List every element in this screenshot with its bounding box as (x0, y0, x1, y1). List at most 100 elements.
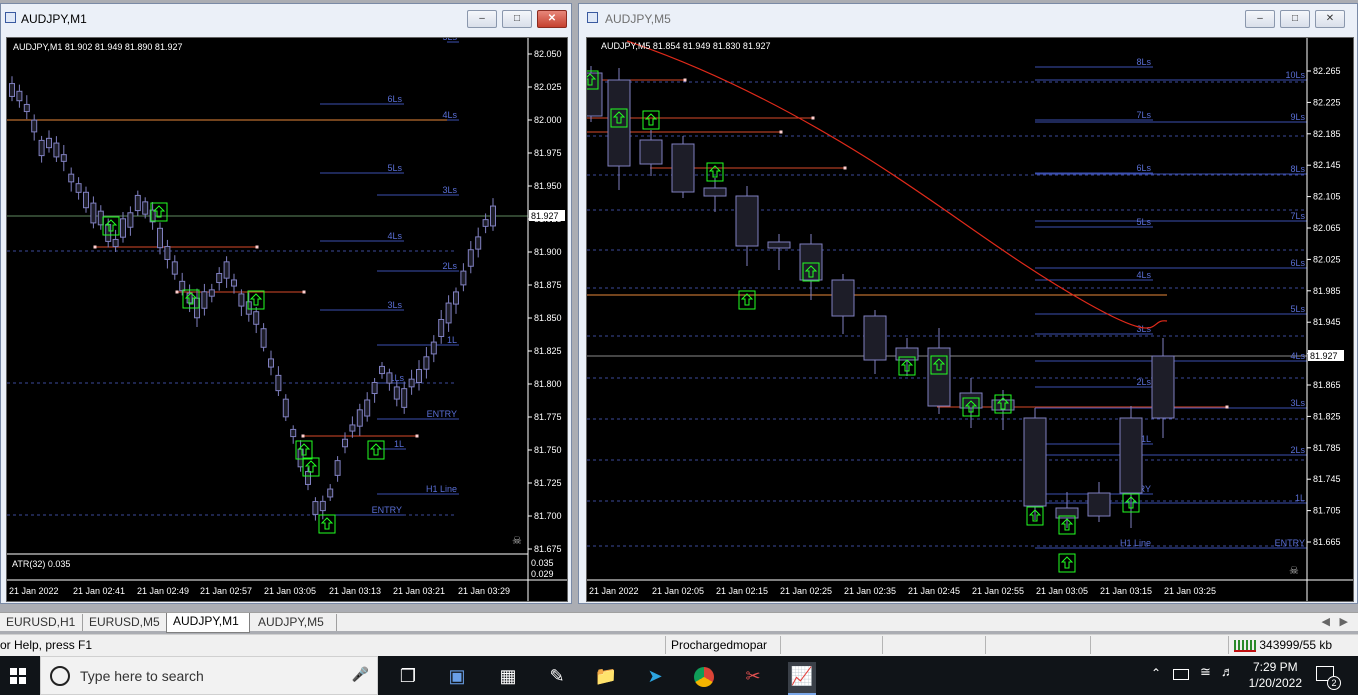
candle-body (490, 205, 496, 227)
candle-body (1087, 492, 1111, 517)
tab-audjpy-m5[interactable]: AUDJPY,M5 (252, 614, 337, 631)
maximize-button[interactable]: □ (502, 10, 532, 28)
maximize-button[interactable]: □ (1280, 10, 1310, 28)
sticky-notes-icon[interactable]: ✎ (543, 662, 571, 690)
time-tick-label: 21 Jan 02:49 (137, 586, 189, 596)
candle-body (290, 428, 297, 438)
close-button[interactable]: ✕ (537, 10, 567, 28)
chrome-logo (694, 667, 714, 688)
network-app-icon[interactable]: ▣ (443, 662, 471, 690)
candle-body (23, 103, 30, 113)
price-tick-label: 82.065 (1313, 223, 1341, 233)
indicator-scale-bottom: 0.029 (531, 569, 554, 579)
candle-body (127, 212, 134, 228)
price-level-label: 4Ls (387, 231, 402, 241)
candle-body (467, 249, 474, 267)
calculator-icon[interactable]: ▦ (494, 662, 522, 690)
candle-body (671, 143, 695, 193)
chart-canvas[interactable]: 5Ls6Ls4Ls5Ls3Ls4Ls2Ls3Ls1L1LsENTRY1LH1 L… (7, 38, 568, 602)
time-tick-label: 21 Jan 03:21 (393, 586, 445, 596)
candle-body (371, 381, 378, 395)
signal-arrow-icon (1060, 556, 1074, 569)
snipping-tool-icon[interactable]: ✂ (739, 662, 767, 690)
chart-window-icon (587, 12, 598, 23)
chart-window-m1[interactable]: AUDJPY,M1 – □ ✕ 5Ls 6Ls 4Ls 5Ls 3Ls 4Ls 2Ls 3Ls… (0, 3, 572, 604)
chart-canvas[interactable]: 8Ls 10Ls 7Ls 9Ls 6Ls 8Ls 7Ls 5Ls 6Ls 4Ls 5Ls 3Ls 4Ls… (587, 38, 1354, 602)
candle-body (831, 279, 855, 317)
chart-window-m5[interactable]: AUDJPY,M5 – □ ✕ 8Ls 10Ls 7Ls 9Ls 6Ls 8Ls 7Ls 5L… (578, 3, 1358, 604)
status-help-text: or Help, press F1 (0, 638, 93, 652)
close-button[interactable]: ✕ (1315, 10, 1345, 28)
candle-body (356, 409, 363, 427)
task-view-icon[interactable]: ❐ (394, 662, 422, 690)
price-level-label: 10Ls (1285, 70, 1305, 80)
time-tick-label: 21 Jan 02:55 (972, 586, 1024, 596)
candle-body (231, 279, 237, 287)
telegram-icon[interactable]: ➤ (641, 662, 669, 690)
price-tick-label: 82.025 (534, 82, 562, 92)
start-button[interactable] (0, 656, 38, 695)
candle-body (112, 238, 119, 248)
price-tick-label: 81.875 (534, 280, 562, 290)
window-title: AUDJPY,M1 (21, 12, 87, 26)
signal-arrow-icon (644, 113, 658, 126)
notification-count: 2 (1327, 676, 1341, 690)
candle-body (90, 202, 97, 224)
candle-body (164, 246, 171, 260)
metatrader-icon[interactable]: 📈 (788, 662, 816, 695)
level-marker (301, 434, 305, 438)
search-box[interactable]: Type here to search 🎤 (40, 656, 378, 695)
minimize-button[interactable]: – (467, 10, 497, 28)
tab-scroll-right-icon[interactable]: ▶ (1340, 615, 1348, 628)
price-level-label: 2Ls (442, 261, 457, 271)
minimize-button[interactable]: – (1245, 10, 1275, 28)
price-tick-label: 81.825 (534, 346, 562, 356)
wifi-icon[interactable]: ≅ (1200, 664, 1211, 680)
candle-body (157, 227, 163, 249)
price-level-label: 6Ls (1290, 258, 1305, 268)
price-chart[interactable]: 5Ls6Ls4Ls5Ls3Ls4Ls2Ls3Ls1L1LsENTRY1LH1 L… (6, 37, 568, 602)
status-cell (985, 636, 1091, 654)
price-level-label: 4Ls (1290, 351, 1305, 361)
window-titlebar[interactable]: AUDJPY,M1 – □ ✕ (1, 4, 571, 32)
show-hidden-icons[interactable]: ⌃ (1151, 666, 1161, 680)
time-tick-label: 21 Jan 02:41 (73, 586, 125, 596)
clock[interactable]: 7:29 PM 1/20/2022 (1249, 659, 1302, 691)
price-level-label: 1L (1295, 493, 1305, 503)
volume-icon[interactable]: ♬ (1221, 664, 1234, 679)
file-explorer-icon[interactable]: 📁 (592, 662, 620, 690)
tab-audjpy-m1[interactable]: AUDJPY,M1 (166, 613, 250, 633)
level-marker (843, 166, 847, 170)
candle-body (260, 328, 267, 348)
price-level-label: 5Ls (442, 38, 457, 42)
tab-scroll-left-icon[interactable]: ◀ (1322, 615, 1330, 628)
tab-eurusd-h1[interactable]: EURUSD,H1 (0, 614, 83, 631)
price-tick-label: 81.800 (534, 379, 562, 389)
price-chart[interactable]: 8Ls 10Ls 7Ls 9Ls 6Ls 8Ls 7Ls 5Ls 6Ls 4Ls 5Ls 3Ls 4Ls… (586, 37, 1354, 602)
price-level-label: 3Ls (1136, 324, 1151, 334)
microphone-icon[interactable]: 🎤 (352, 666, 369, 683)
tab-eurusd-m5[interactable]: EURUSD,M5 (83, 614, 171, 631)
current-price-label: 81.927 (1310, 351, 1338, 361)
chrome-icon[interactable] (690, 662, 718, 690)
candle-body (83, 191, 89, 209)
price-tick-label: 81.665 (1313, 537, 1341, 547)
candle-body (639, 139, 663, 165)
level-marker (175, 290, 179, 294)
candle-body (863, 315, 887, 361)
price-level-label: 3Ls (442, 185, 457, 195)
clock-date: 1/20/2022 (1248, 676, 1302, 690)
candle-body (312, 501, 319, 515)
signal-arrow-icon (740, 293, 754, 306)
candle-body (75, 183, 82, 193)
price-tick-label: 81.825 (1313, 411, 1341, 421)
window-titlebar[interactable]: AUDJPY,M5 – □ ✕ (579, 4, 1357, 32)
price-tick-label: 82.145 (1313, 160, 1341, 170)
candle-body (105, 224, 112, 242)
price-level-label: 8Ls (1290, 164, 1305, 174)
price-level-label: 1L (394, 439, 404, 449)
battery-icon[interactable] (1173, 669, 1189, 680)
time-tick-label: 21 Jan 03:13 (329, 586, 381, 596)
connection-status[interactable]: 343999/55 kb (1228, 636, 1358, 654)
candle-body (438, 318, 445, 338)
